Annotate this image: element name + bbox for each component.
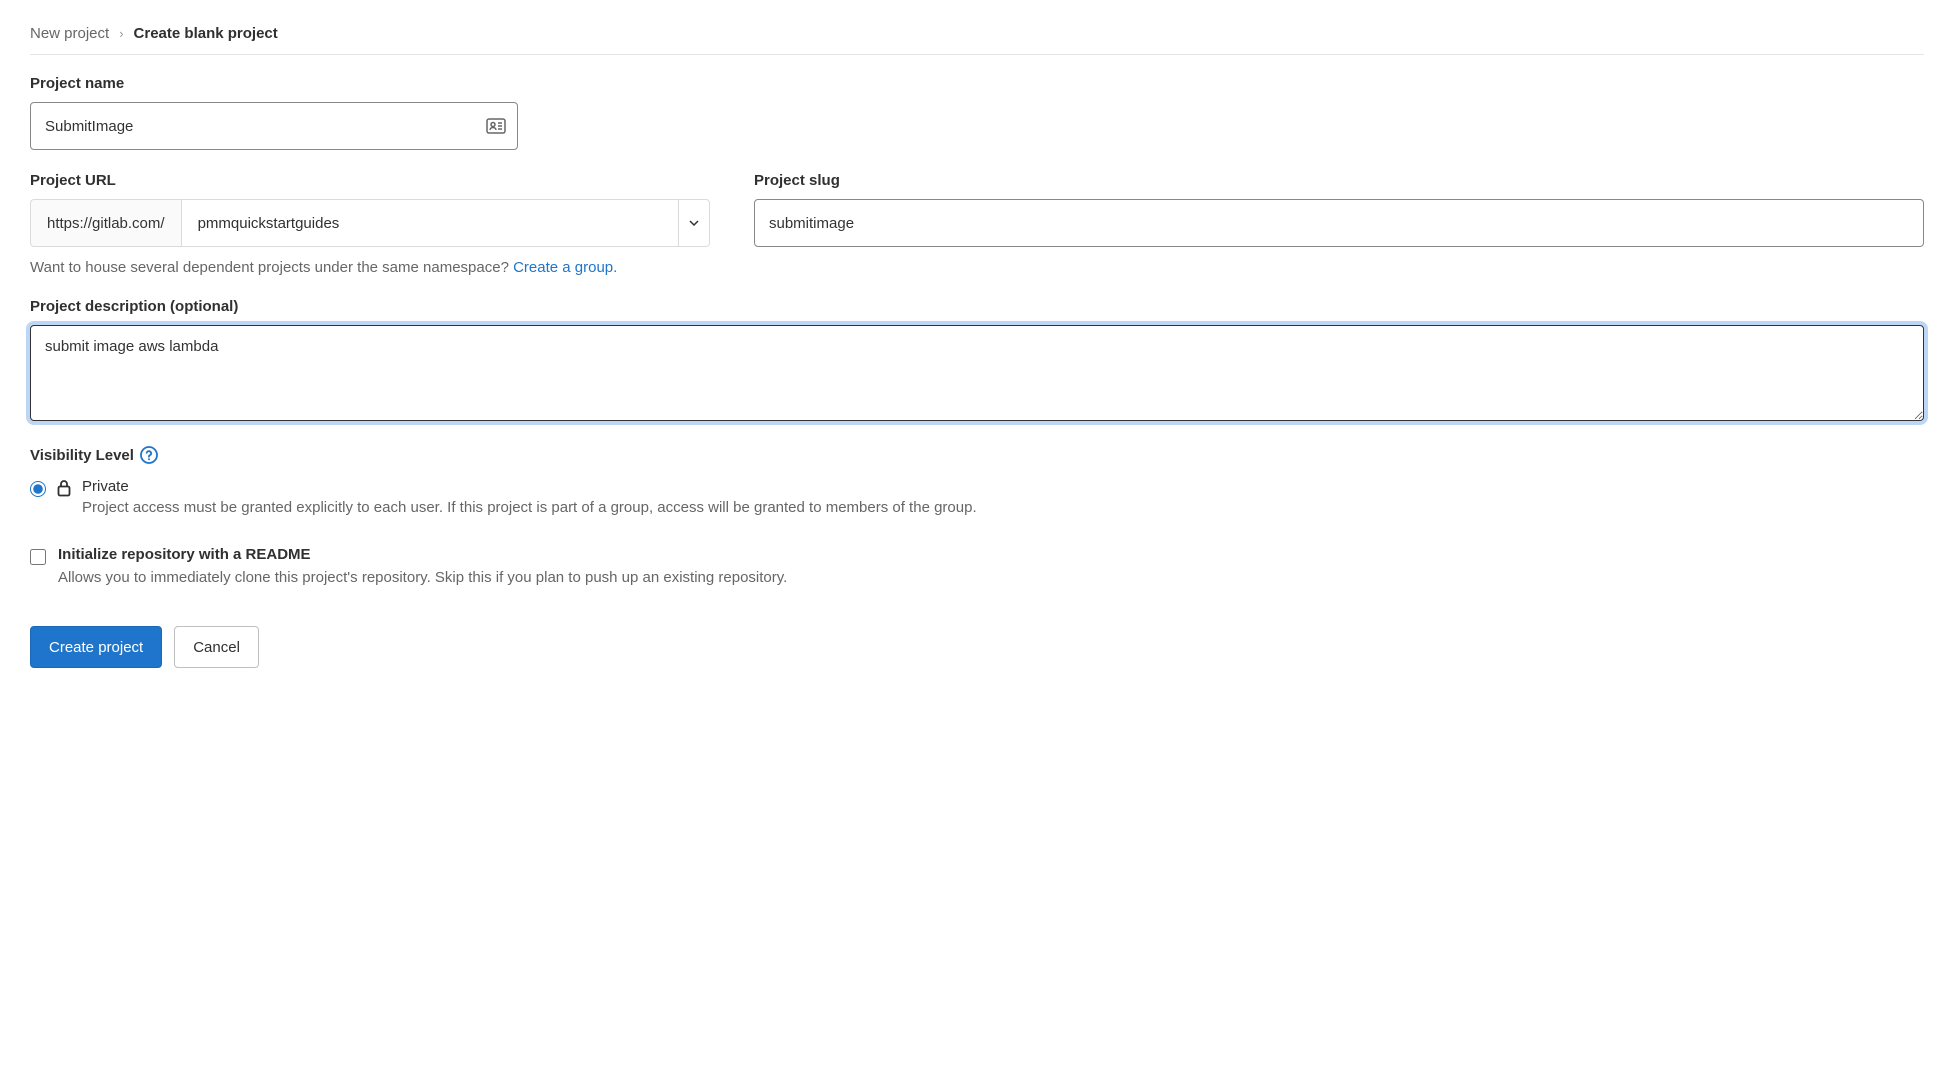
url-prefix: https://gitlab.com/ — [30, 199, 181, 247]
project-name-label: Project name — [30, 75, 1924, 92]
namespace-dropdown-button[interactable] — [678, 199, 710, 247]
form-actions: Create project Cancel — [30, 626, 1924, 668]
visibility-private-radio[interactable] — [30, 481, 46, 497]
visibility-private-desc: Project access must be granted explicitl… — [82, 497, 1924, 518]
create-group-link[interactable]: Create a group. — [513, 259, 617, 276]
namespace-helper-text: Want to house several dependent projects… — [30, 259, 1924, 276]
project-url-section: Project URL https://gitlab.com/ pmmquick… — [30, 172, 1924, 276]
lock-icon — [56, 479, 72, 497]
project-slug-input[interactable] — [754, 199, 1924, 247]
contact-card-icon — [486, 118, 506, 134]
project-slug-label: Project slug — [754, 172, 1924, 189]
breadcrumb-separator: › — [119, 26, 123, 41]
project-description-section: Project description (optional) submit im… — [30, 298, 1924, 424]
visibility-label: Visibility Level — [30, 447, 134, 464]
breadcrumb-parent[interactable]: New project — [30, 25, 109, 42]
namespace-select-value[interactable]: pmmquickstartguides — [181, 199, 678, 247]
chevron-down-icon — [689, 220, 699, 226]
initialize-readme-desc: Allows you to immediately clone this pro… — [58, 567, 1924, 588]
project-url-label: Project URL — [30, 172, 710, 189]
project-name-input[interactable] — [30, 102, 518, 150]
breadcrumb-current: Create blank project — [134, 25, 278, 42]
project-description-label: Project description (optional) — [30, 298, 1924, 315]
visibility-section: Visibility Level Private Project access … — [30, 446, 1924, 588]
project-name-section: Project name — [30, 75, 1924, 150]
initialize-readme-checkbox[interactable] — [30, 549, 46, 565]
cancel-button[interactable]: Cancel — [174, 626, 259, 668]
create-project-button[interactable]: Create project — [30, 626, 162, 668]
initialize-readme-title: Initialize repository with a README — [58, 546, 1924, 563]
visibility-private-title: Private — [82, 478, 1924, 495]
project-description-input[interactable]: submit image aws lambda — [30, 325, 1924, 421]
help-icon[interactable] — [140, 446, 158, 464]
breadcrumb: New project › Create blank project — [30, 25, 1924, 55]
